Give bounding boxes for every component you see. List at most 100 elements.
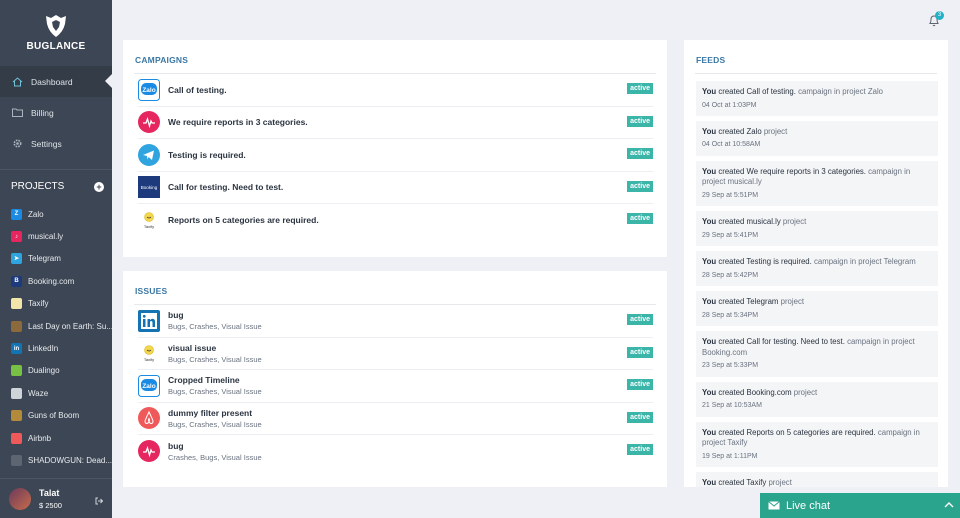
user-name: Talat <box>39 487 60 498</box>
issue-row[interactable]: Zalo Cropped Timeline Bugs, Crashes, Visua… <box>138 370 653 403</box>
campaign-row[interactable]: Taxify Reports on 5 categories are requir… <box>138 204 653 237</box>
campaign-row[interactable]: Zalo Call of testing. active <box>138 74 653 107</box>
live-chat-button[interactable]: Live chat <box>760 493 960 518</box>
sidebar-project-item[interactable]: Dualingo <box>0 360 112 382</box>
feed-detail: project <box>793 387 818 397</box>
status-badge: active <box>627 115 653 127</box>
avatar[interactable] <box>9 487 31 510</box>
feed-actor: You <box>702 337 717 347</box>
logout-icon[interactable] <box>95 497 103 505</box>
sidebar-project-item[interactable]: Z Zalo <box>0 203 112 225</box>
sidebar-project-item[interactable]: Guns of Boom <box>0 405 112 427</box>
project-app-icon: B <box>11 275 22 287</box>
feed-actor: You <box>702 297 717 307</box>
row-text: Reports on 5 categories are required. <box>168 215 319 225</box>
nav-billing[interactable]: Billing <box>0 97 112 128</box>
feed-detail: project <box>782 217 807 227</box>
feed-item: You created We require reports in 3 cate… <box>696 160 938 207</box>
project-label: musical.ly <box>28 232 64 242</box>
row-title[interactable]: Cropped Timeline <box>168 375 262 385</box>
status-badge: active <box>627 148 653 159</box>
zalo-app-icon: Zalo <box>138 374 160 397</box>
project-app-icon <box>11 365 22 377</box>
feed-timestamp: 04 Oct at 1:03PM <box>702 101 757 109</box>
status-badge: active <box>627 314 653 325</box>
row-title[interactable]: Testing is required. <box>168 150 246 160</box>
svg-text:Taxify: Taxify <box>144 224 154 229</box>
issue-row[interactable]: bug Bugs, Crashes, Visual Issue active <box>138 305 653 338</box>
feed-action: created musical.ly <box>718 217 781 227</box>
logo[interactable]: BUGLANCE <box>0 0 112 66</box>
project-app-icon <box>11 454 22 466</box>
chevron-up-icon[interactable] <box>944 501 954 509</box>
row-text: Testing is required. <box>168 150 246 160</box>
feed-list: You created Call of testing. campaign in… <box>684 81 948 487</box>
campaign-row[interactable]: Booking Call for testing. Need to test. ac… <box>138 172 653 204</box>
feed-timestamp: 28 Sep at 5:42PM <box>702 271 759 279</box>
row-text: bug Bugs, Crashes, Visual Issue <box>168 310 262 331</box>
notification-count-badge: 3 <box>935 11 944 20</box>
sidebar-project-item[interactable]: ♪ musical.ly <box>0 225 112 247</box>
feed-detail: project <box>780 297 805 307</box>
sidebar-project-item[interactable]: B Booking.com <box>0 270 112 292</box>
row-title[interactable]: bug <box>168 441 262 451</box>
row-title[interactable]: We require reports in 3 categories. <box>168 117 308 127</box>
sidebar-project-item[interactable]: Airbnb <box>0 427 112 449</box>
row-text: visual issue Bugs, Crashes, Visual Issue <box>168 343 262 364</box>
row-title[interactable]: Call for testing. Need to test. <box>168 182 283 192</box>
project-label: Booking.com <box>28 276 75 286</box>
feed-timestamp: 21 Sep at 10:53AM <box>702 402 762 410</box>
project-label: Telegram <box>28 254 61 264</box>
row-text: Call for testing. Need to test. <box>168 182 283 192</box>
project-app-icon <box>11 387 22 399</box>
project-label: Zalo <box>28 209 44 219</box>
sidebar-project-item[interactable]: in LinkedIn <box>0 337 112 359</box>
row-text: Cropped Timeline Bugs, Crashes, Visual Is… <box>168 375 262 396</box>
status-badge: active <box>627 346 653 358</box>
row-tags: Bugs, Crashes, Visual Issue <box>168 322 262 332</box>
sidebar-project-item[interactable]: Taxify <box>0 293 112 315</box>
row-tags: Bugs, Crashes, Visual Issue <box>168 387 262 397</box>
status-badge: active <box>627 213 653 224</box>
feed-action: created Taxify <box>718 478 767 487</box>
row-title[interactable]: visual issue <box>168 343 262 353</box>
row-text: Call of testing. <box>168 85 227 95</box>
sidebar-project-item[interactable]: ➤ Telegram <box>0 248 112 270</box>
project-app-icon: ➤ <box>11 253 22 265</box>
campaigns-title: CAMPAIGNS <box>135 55 189 65</box>
sidebar-project-item[interactable]: SHADOWGUN: Dead... <box>0 449 112 471</box>
divider <box>695 73 937 74</box>
feed-action: created Booking.com <box>718 387 792 397</box>
linkedin-app-icon <box>138 309 160 332</box>
nav-dashboard[interactable]: Dashboard <box>0 66 112 97</box>
feed-timestamp: 19 Sep at 1:11PM <box>702 452 758 460</box>
row-title[interactable]: Call of testing. <box>168 85 227 95</box>
project-app-icon <box>11 320 22 332</box>
issue-row[interactable]: dummy filter present Bugs, Crashes, Visua… <box>138 403 653 435</box>
feed-actor: You <box>702 166 717 176</box>
row-text: We require reports in 3 categories. <box>168 117 308 127</box>
issue-row[interactable]: bug Crashes, Bugs, Visual Issue active <box>138 435 653 468</box>
sidebar-project-item[interactable]: Last Day on Earth: Su... <box>0 315 112 337</box>
status-badge: active <box>627 444 653 455</box>
feed-item: You created Zalo project 04 Oct at 10:58A… <box>696 120 938 156</box>
row-title[interactable]: bug <box>168 310 262 320</box>
campaign-row[interactable]: We require reports in 3 categories. activ… <box>138 107 653 139</box>
feed-item: You created Reports on 5 categories are … <box>696 421 938 468</box>
issue-row[interactable]: Taxify visual issue Bugs, Crashes, Visual … <box>138 338 653 370</box>
row-text: dummy filter present Bugs, Crashes, Visua… <box>168 408 262 429</box>
campaign-row[interactable]: Testing is required. active <box>138 139 653 172</box>
feed-action: created Zalo <box>718 126 762 136</box>
folder-icon <box>11 107 23 119</box>
row-title[interactable]: Reports on 5 categories are required. <box>168 215 319 225</box>
sidebar-project-item[interactable]: Waze <box>0 382 112 404</box>
status-badge: active <box>627 180 653 192</box>
feed-item: You created Taxify project19 Sep at 12:5… <box>696 472 938 487</box>
svg-text:Zalo: Zalo <box>142 87 155 94</box>
nav-settings[interactable]: Settings <box>0 128 112 159</box>
brand-name: BUGLANCE <box>26 41 86 52</box>
feed-detail: project <box>763 126 788 136</box>
add-project-icon[interactable]: + <box>94 181 104 192</box>
row-title[interactable]: dummy filter present <box>168 408 262 418</box>
airbnb-app-icon <box>138 407 160 430</box>
